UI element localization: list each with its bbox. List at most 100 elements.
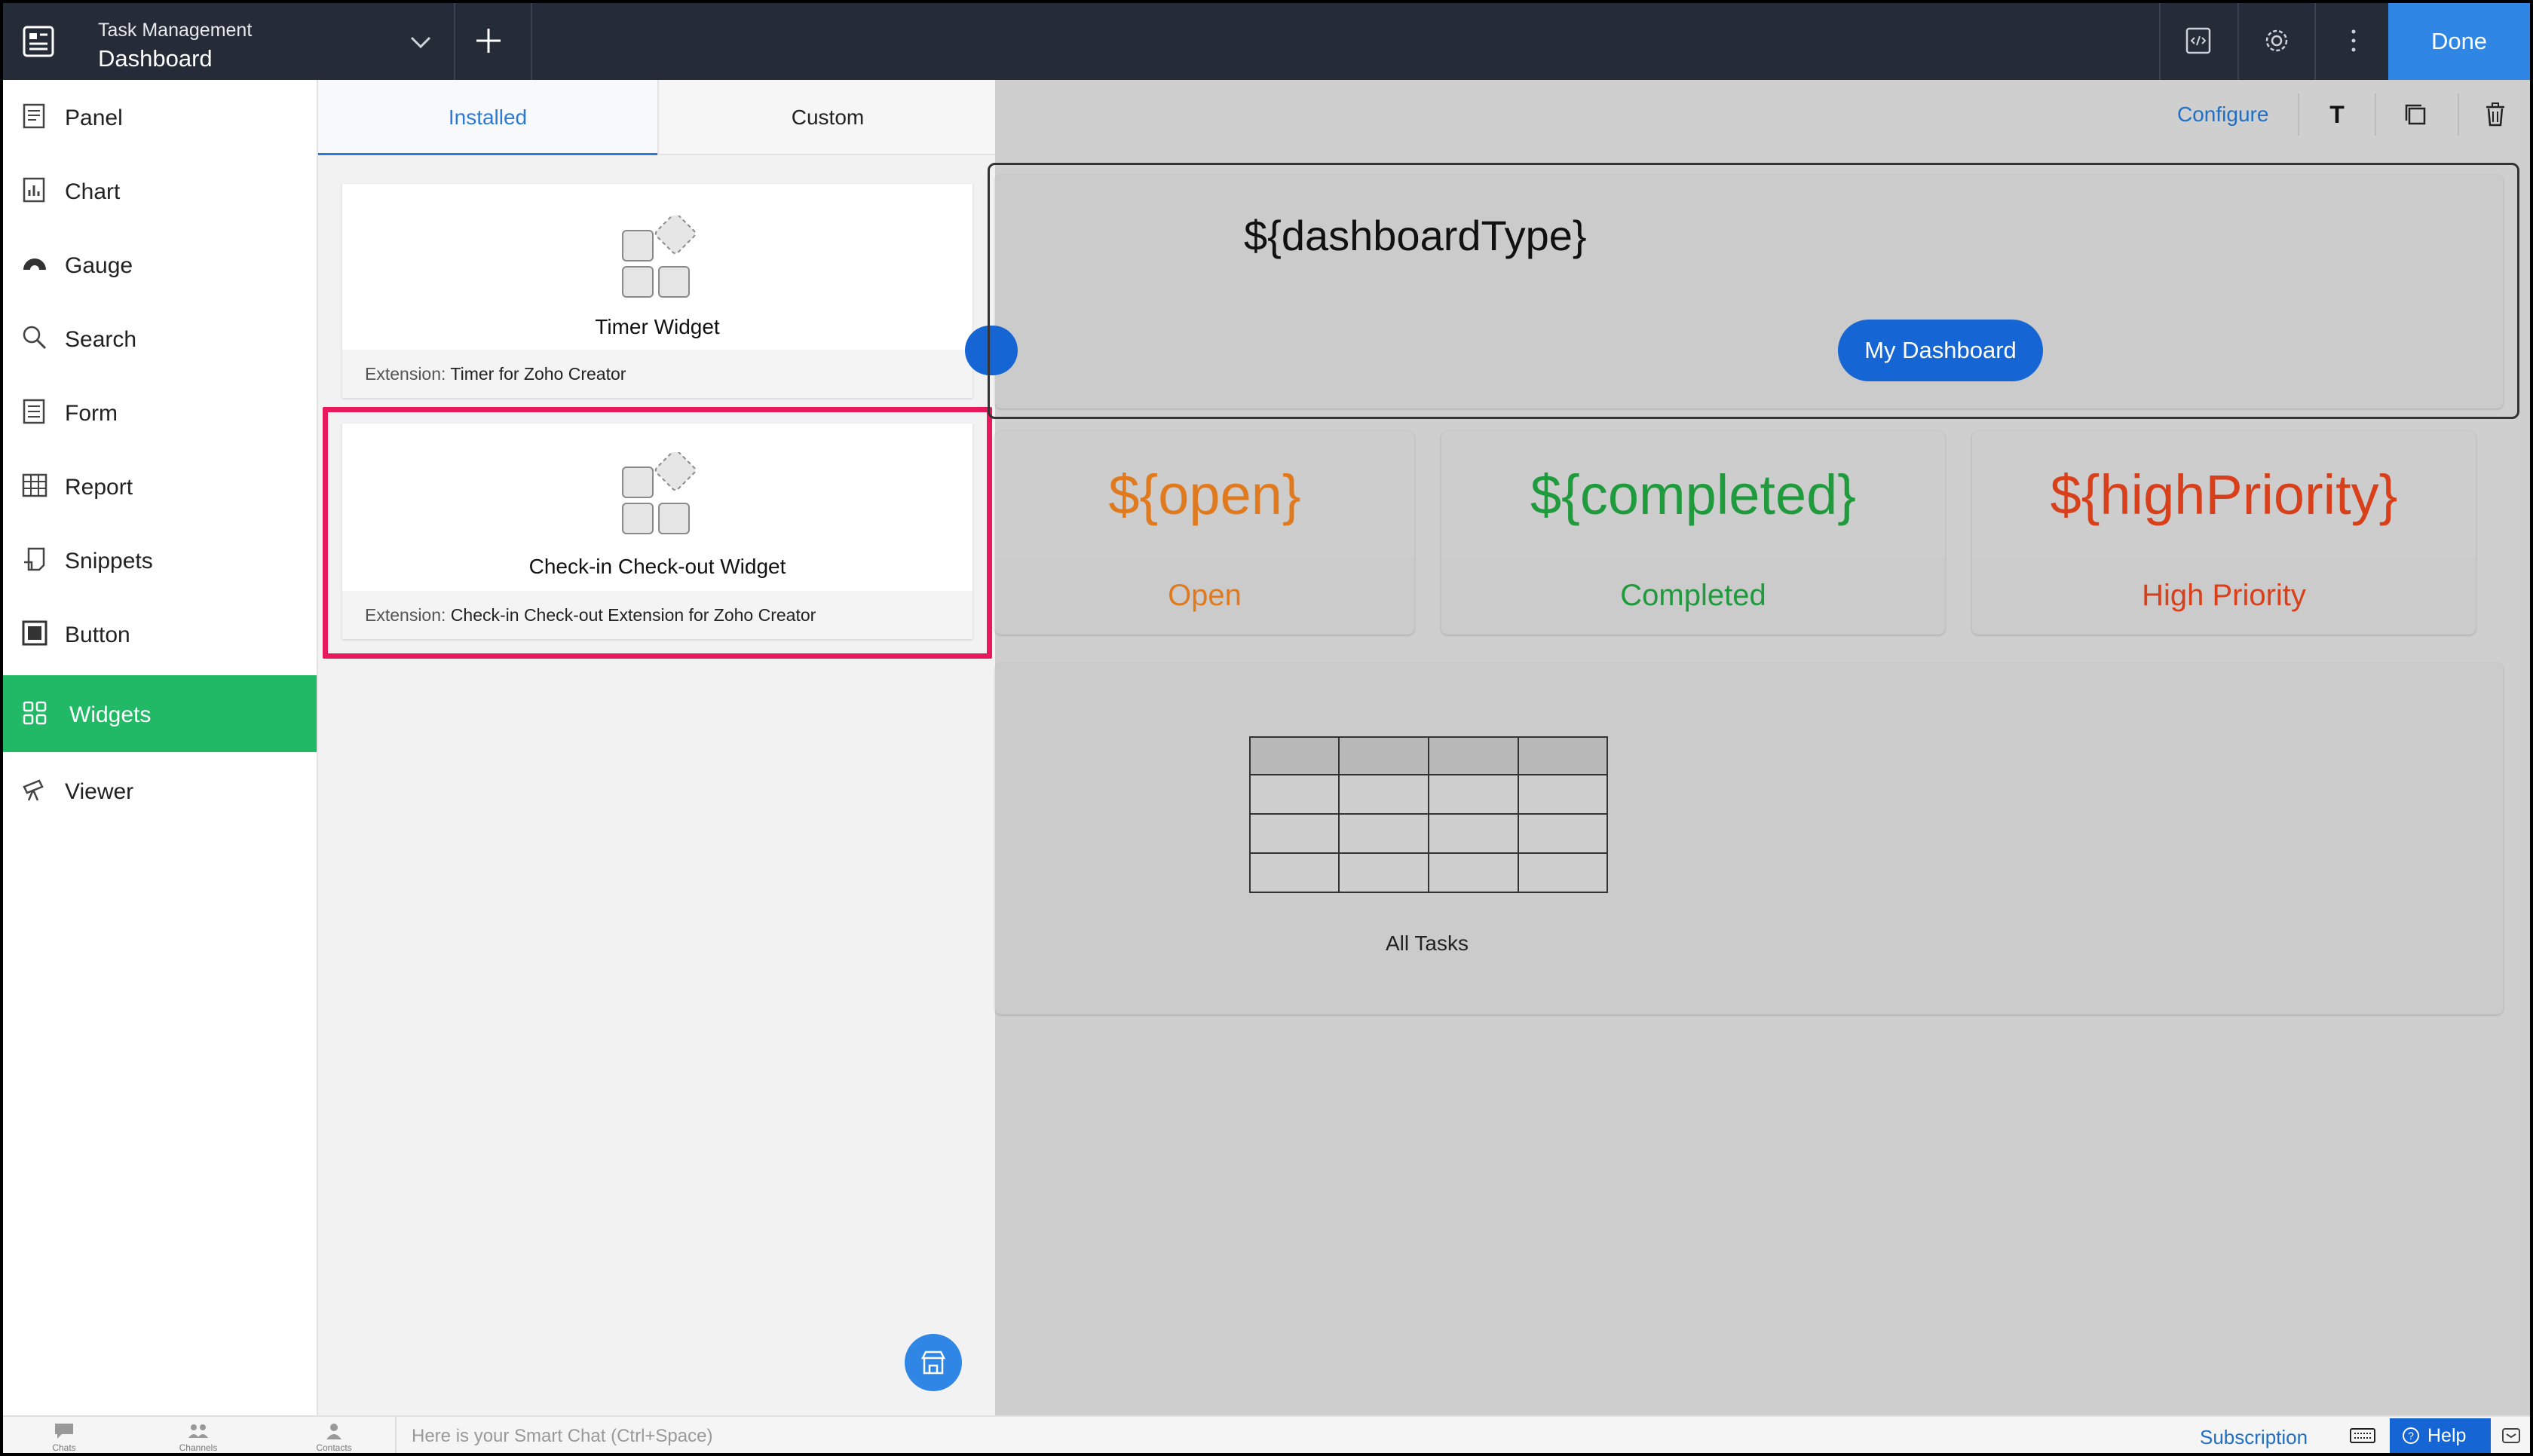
app-title: Task Management	[98, 20, 253, 41]
help-label: Help	[2427, 1425, 2467, 1446]
sidebar-item-label: Snippets	[65, 549, 153, 574]
sidebar-item-button[interactable]: Button	[3, 597, 317, 672]
more-options-icon[interactable]	[2339, 26, 2369, 56]
component-sidebar: Panel Chart Gauge Search Form Report Sni…	[3, 80, 317, 1418]
divider	[2314, 3, 2316, 80]
gauge-icon	[23, 258, 46, 270]
sidebar-item-label: Form	[65, 401, 118, 426]
widget-card-timer[interactable]: Timer Widget Extension: Timer for Zoho C…	[342, 184, 972, 398]
stat-panel-completed[interactable]: ${completed} Completed	[1441, 431, 1945, 635]
channels-icon	[188, 1424, 208, 1438]
widget-list-panel: Installed Custom Timer Widget Extension:…	[317, 80, 997, 1418]
divider	[2159, 3, 2161, 80]
divider	[531, 3, 532, 80]
stat-label: High Priority	[2142, 579, 2306, 612]
trash-icon[interactable]	[2482, 101, 2509, 128]
notification-icon[interactable]	[2500, 1424, 2522, 1447]
sidebar-item-label: Chart	[65, 179, 121, 204]
widget-placeholder-icon	[622, 216, 697, 298]
page-name[interactable]: Dashboard	[98, 45, 213, 72]
all-tasks-label: All Tasks	[1386, 931, 1469, 955]
sidebar-item-label: Report	[65, 475, 133, 500]
stat-label: Open	[1168, 579, 1242, 612]
contact-icon	[326, 1424, 342, 1439]
app-window: Task Management Dashboard Done Panel Cha…	[3, 3, 2530, 1453]
highlight-box	[323, 407, 992, 659]
sidebar-item-chart[interactable]: Chart	[3, 154, 317, 229]
chevron-down-icon[interactable]	[407, 29, 434, 56]
app-menu-icon[interactable]	[20, 23, 57, 60]
search-icon	[23, 326, 47, 350]
store-icon	[920, 1350, 946, 1375]
sidebar-item-form[interactable]: Form	[3, 375, 317, 451]
report-icon	[22, 473, 47, 497]
sidebar-item-widgets[interactable]: Widgets	[3, 675, 317, 752]
help-icon: ?	[2403, 1427, 2419, 1444]
marketplace-button[interactable]	[905, 1334, 962, 1391]
sidebar-item-viewer[interactable]: Viewer	[3, 754, 317, 829]
chart-icon	[23, 177, 45, 203]
bottom-tab-chats[interactable]: Chats	[38, 1417, 90, 1453]
sidebar-item-snippets[interactable]: Snippets	[3, 523, 317, 598]
subscription-link[interactable]: Subscription	[2200, 1426, 2308, 1449]
sidebar-item-label: Gauge	[65, 253, 133, 278]
divider	[454, 3, 455, 80]
sidebar-item-report[interactable]: Report	[3, 449, 317, 525]
selected-panel-outline	[988, 163, 2519, 419]
chat-bubble-icon	[55, 1424, 73, 1439]
stat-value: ${completed}	[1530, 463, 1856, 526]
done-button[interactable]: Done	[2388, 3, 2530, 80]
stat-value: ${open}	[1108, 463, 1301, 526]
bottom-tab-channels[interactable]: Channels	[172, 1417, 225, 1453]
extension-label: Extension:	[365, 364, 446, 384]
smart-chat-input[interactable]: Here is your Smart Chat (Ctrl+Space)	[395, 1417, 1300, 1453]
bottom-tab-label: Chats	[52, 1442, 76, 1453]
button-icon	[22, 620, 47, 646]
viewer-icon	[23, 779, 44, 801]
configure-button[interactable]: Configure	[2177, 102, 2268, 127]
divider	[2458, 93, 2459, 136]
sidebar-item-gauge[interactable]: Gauge	[3, 228, 317, 303]
keyboard-icon[interactable]	[2349, 1426, 2376, 1445]
divider	[2375, 93, 2376, 136]
divider	[2237, 3, 2239, 80]
widget-tabs: Installed Custom	[318, 80, 997, 155]
stat-value: ${highPriority}	[2050, 463, 2398, 526]
panel-icon	[23, 103, 45, 129]
form-icon	[23, 399, 45, 424]
all-tasks-panel[interactable]: All Tasks	[995, 663, 2503, 1014]
extension-name: Timer for Zoho Creator	[450, 364, 626, 384]
bottom-bar: Chats Channels Contacts Here is your Sma…	[3, 1415, 2530, 1453]
bottom-tab-contacts[interactable]: Contacts	[308, 1417, 360, 1453]
smart-chat-placeholder: Here is your Smart Chat (Ctrl+Space)	[412, 1426, 713, 1446]
sidebar-item-label: Viewer	[65, 779, 134, 804]
help-button[interactable]: ? Help	[2390, 1418, 2491, 1453]
sidebar-item-label: Panel	[65, 106, 123, 130]
stat-panel-high-priority[interactable]: ${highPriority} High Priority	[1972, 431, 2476, 635]
sidebar-item-label: Button	[65, 622, 130, 647]
sidebar-item-search[interactable]: Search	[3, 301, 317, 377]
gear-icon[interactable]	[2262, 26, 2292, 56]
sidebar-item-panel[interactable]: Panel	[3, 80, 317, 155]
tab-custom[interactable]: Custom	[657, 80, 997, 155]
stat-label: Completed	[1620, 579, 1766, 612]
svg-text:?: ?	[2408, 1430, 2414, 1442]
sidebar-item-label: Search	[65, 327, 137, 352]
text-tool-icon[interactable]: T	[2323, 101, 2351, 128]
divider	[2298, 93, 2299, 136]
add-page-icon[interactable]	[473, 26, 504, 56]
bottom-tab-label: Contacts	[316, 1442, 352, 1453]
tab-installed[interactable]: Installed	[318, 80, 657, 155]
top-bar: Task Management Dashboard Done	[3, 3, 2530, 80]
stat-panel-open[interactable]: ${open} Open	[995, 431, 1414, 635]
sidebar-item-label: Widgets	[69, 702, 152, 727]
bottom-tab-label: Channels	[179, 1442, 218, 1453]
widget-card-extension: Extension: Timer for Zoho Creator	[342, 350, 972, 398]
dashboard-canvas: Configure T ${dashboardType} My Dashboar…	[965, 80, 2530, 1418]
widget-card-title: Timer Widget	[595, 315, 720, 338]
canvas-toolbar: Configure T	[995, 80, 2530, 149]
duplicate-icon[interactable]	[2402, 101, 2429, 128]
code-icon[interactable]	[2183, 26, 2213, 56]
snippets-icon	[24, 547, 45, 571]
widgets-icon	[23, 701, 47, 725]
